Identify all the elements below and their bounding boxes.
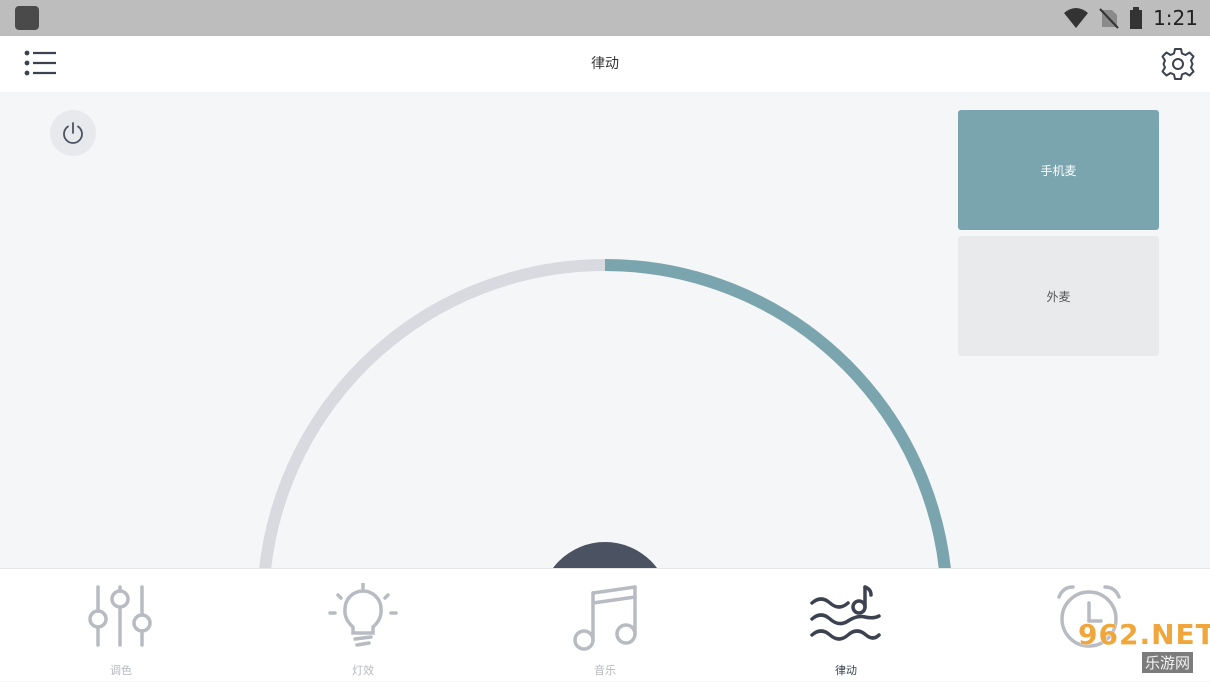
battery-icon bbox=[1130, 7, 1143, 29]
bottom-nav: 调色 灯效 音乐 律动 bbox=[0, 568, 1210, 681]
status-time: 1:21 bbox=[1153, 6, 1198, 30]
gauge-knob[interactable] bbox=[540, 542, 670, 568]
no-sim-icon bbox=[1099, 8, 1119, 29]
settings-button[interactable] bbox=[1160, 46, 1196, 82]
app-notification-icon bbox=[15, 6, 39, 30]
nav-item-effects[interactable]: 灯效 bbox=[298, 569, 428, 682]
sensitivity-gauge[interactable] bbox=[0, 92, 1210, 568]
nav-label-color: 调色 bbox=[110, 664, 132, 677]
sliders-icon bbox=[88, 585, 152, 647]
lightbulb-icon bbox=[328, 583, 398, 647]
watermark-sub-text: 乐游网 bbox=[1142, 652, 1194, 673]
nav-label-music: 音乐 bbox=[594, 664, 616, 677]
site-watermark: 962.NET 乐游网 bbox=[1072, 612, 1210, 676]
music-note-icon bbox=[573, 585, 637, 651]
gauge-fill bbox=[604, 259, 951, 568]
nav-item-color[interactable]: 调色 bbox=[56, 569, 186, 682]
top-app-bar: 律动 bbox=[0, 36, 1210, 92]
watermark-main-text: 962.NET bbox=[1078, 618, 1210, 651]
status-icons: 1:21 bbox=[1063, 6, 1198, 30]
gauge-svg bbox=[259, 259, 951, 568]
page-title: 律动 bbox=[591, 56, 619, 72]
nav-item-rhythm[interactable]: 律动 bbox=[781, 569, 911, 682]
gear-icon bbox=[1161, 48, 1195, 80]
wifi-icon bbox=[1064, 8, 1089, 28]
nav-label-rhythm: 律动 bbox=[835, 664, 857, 677]
rhythm-wave-icon bbox=[810, 585, 881, 641]
status-bar: 1:21 bbox=[0, 0, 1210, 36]
nav-label-effects: 灯效 bbox=[352, 664, 374, 677]
gauge-track bbox=[259, 259, 951, 568]
nav-item-music[interactable]: 音乐 bbox=[540, 569, 670, 682]
